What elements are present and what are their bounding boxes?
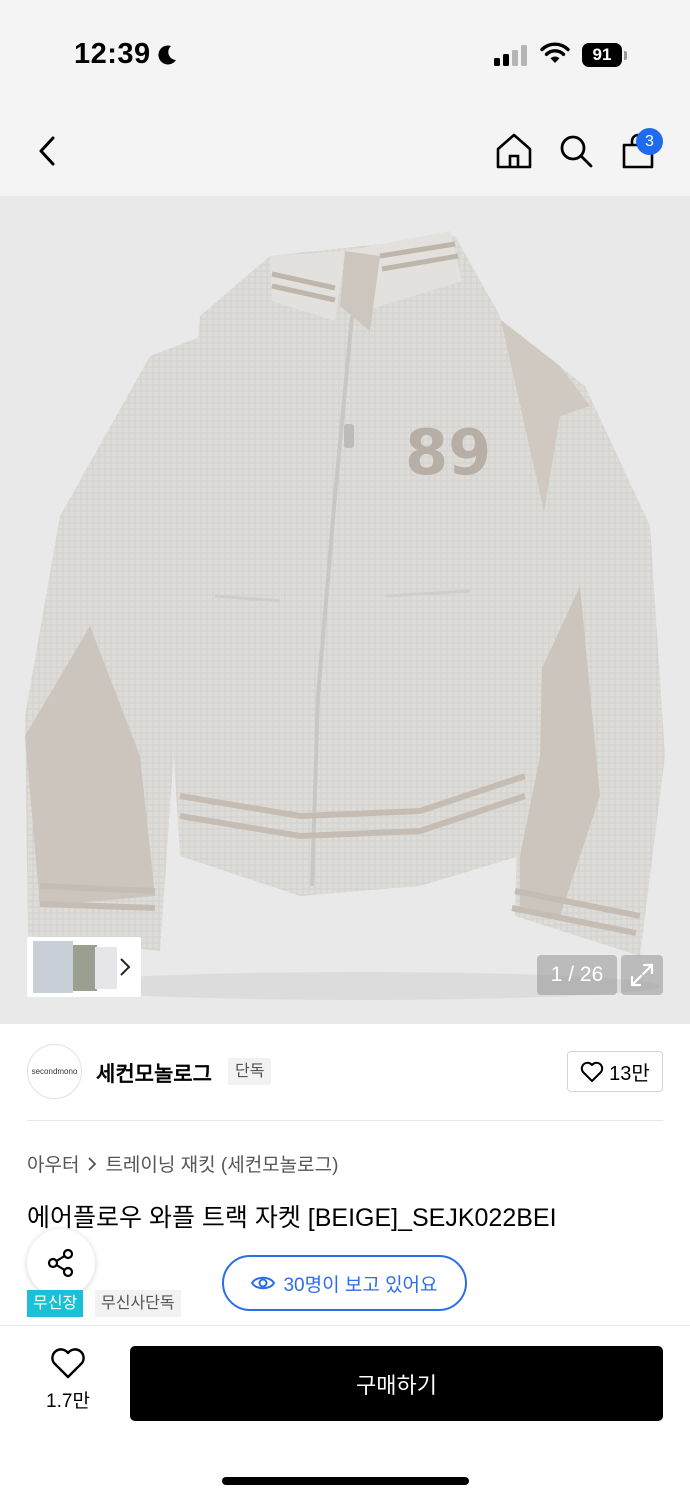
breadcrumb: 아우터 트레이닝 재킷 (세컨모놀로그) xyxy=(27,1150,338,1177)
wishlist-count: 1.7만 xyxy=(46,1391,90,1412)
wishlist-button[interactable]: 1.7만 xyxy=(30,1348,106,1422)
brand-name[interactable]: 세컨모놀로그 xyxy=(96,1058,212,1088)
status-bar: 12:39 91 xyxy=(0,0,690,105)
buy-button[interactable]: 구매하기 xyxy=(130,1346,663,1421)
breadcrumb-category[interactable]: 아우터 xyxy=(27,1150,79,1177)
home-button[interactable] xyxy=(490,127,538,175)
product-image[interactable]: 89 xyxy=(0,196,690,1024)
wifi-icon xyxy=(540,42,570,63)
patch-number: 89 xyxy=(405,416,491,489)
thumbnail-strip[interactable] xyxy=(27,937,141,997)
thumbnail-images xyxy=(33,941,117,993)
brand-like-button[interactable]: 13만 xyxy=(567,1051,663,1092)
musinsa-badge: 무신장 xyxy=(27,1290,84,1317)
jacket-illustration: 89 xyxy=(25,231,665,1000)
cart-count-badge: 3 xyxy=(636,128,663,155)
exclusive-badge: 무신사단독 xyxy=(95,1290,181,1317)
expand-button[interactable] xyxy=(621,955,663,995)
viewers-pill[interactable]: 30명이 보고 있어요 xyxy=(222,1255,467,1311)
expand-icon xyxy=(630,963,654,987)
status-time: 12:39 xyxy=(74,38,151,70)
heart-icon xyxy=(580,1061,604,1082)
breadcrumb-subcategory[interactable]: 트레이닝 재킷 (세컨모놀로그) xyxy=(105,1150,338,1177)
share-button[interactable] xyxy=(27,1229,95,1297)
search-button[interactable] xyxy=(552,127,600,175)
moon-icon xyxy=(158,45,176,65)
chevron-right-icon xyxy=(120,958,131,976)
share-icon xyxy=(47,1248,74,1278)
eye-icon xyxy=(251,1276,276,1290)
battery-nub xyxy=(624,51,627,60)
home-icon xyxy=(496,133,532,169)
back-icon xyxy=(39,136,55,166)
brand-logo-text: secondmono xyxy=(31,1067,78,1076)
image-counter: 1 / 26 xyxy=(537,955,617,995)
battery-icon: 91 xyxy=(582,43,622,67)
home-indicator xyxy=(222,1477,469,1485)
heart-icon xyxy=(51,1348,85,1379)
signal-icon xyxy=(494,44,530,66)
search-icon xyxy=(560,135,593,168)
viewers-text: 30명이 보고 있어요 xyxy=(283,1274,438,1296)
back-button[interactable] xyxy=(24,127,72,175)
chevron-right-icon xyxy=(88,1156,97,1171)
divider xyxy=(27,1120,663,1121)
product-title: 에어플로우 와플 트랙 자켓 [BEIGE]_SEJK022BEI xyxy=(27,1204,557,1232)
top-nav xyxy=(0,105,690,196)
brand-logo[interactable]: secondmono xyxy=(27,1044,82,1099)
brand-like-count: 13만 xyxy=(609,1063,650,1085)
brand-exclusive-tag: 단독 xyxy=(228,1058,272,1085)
